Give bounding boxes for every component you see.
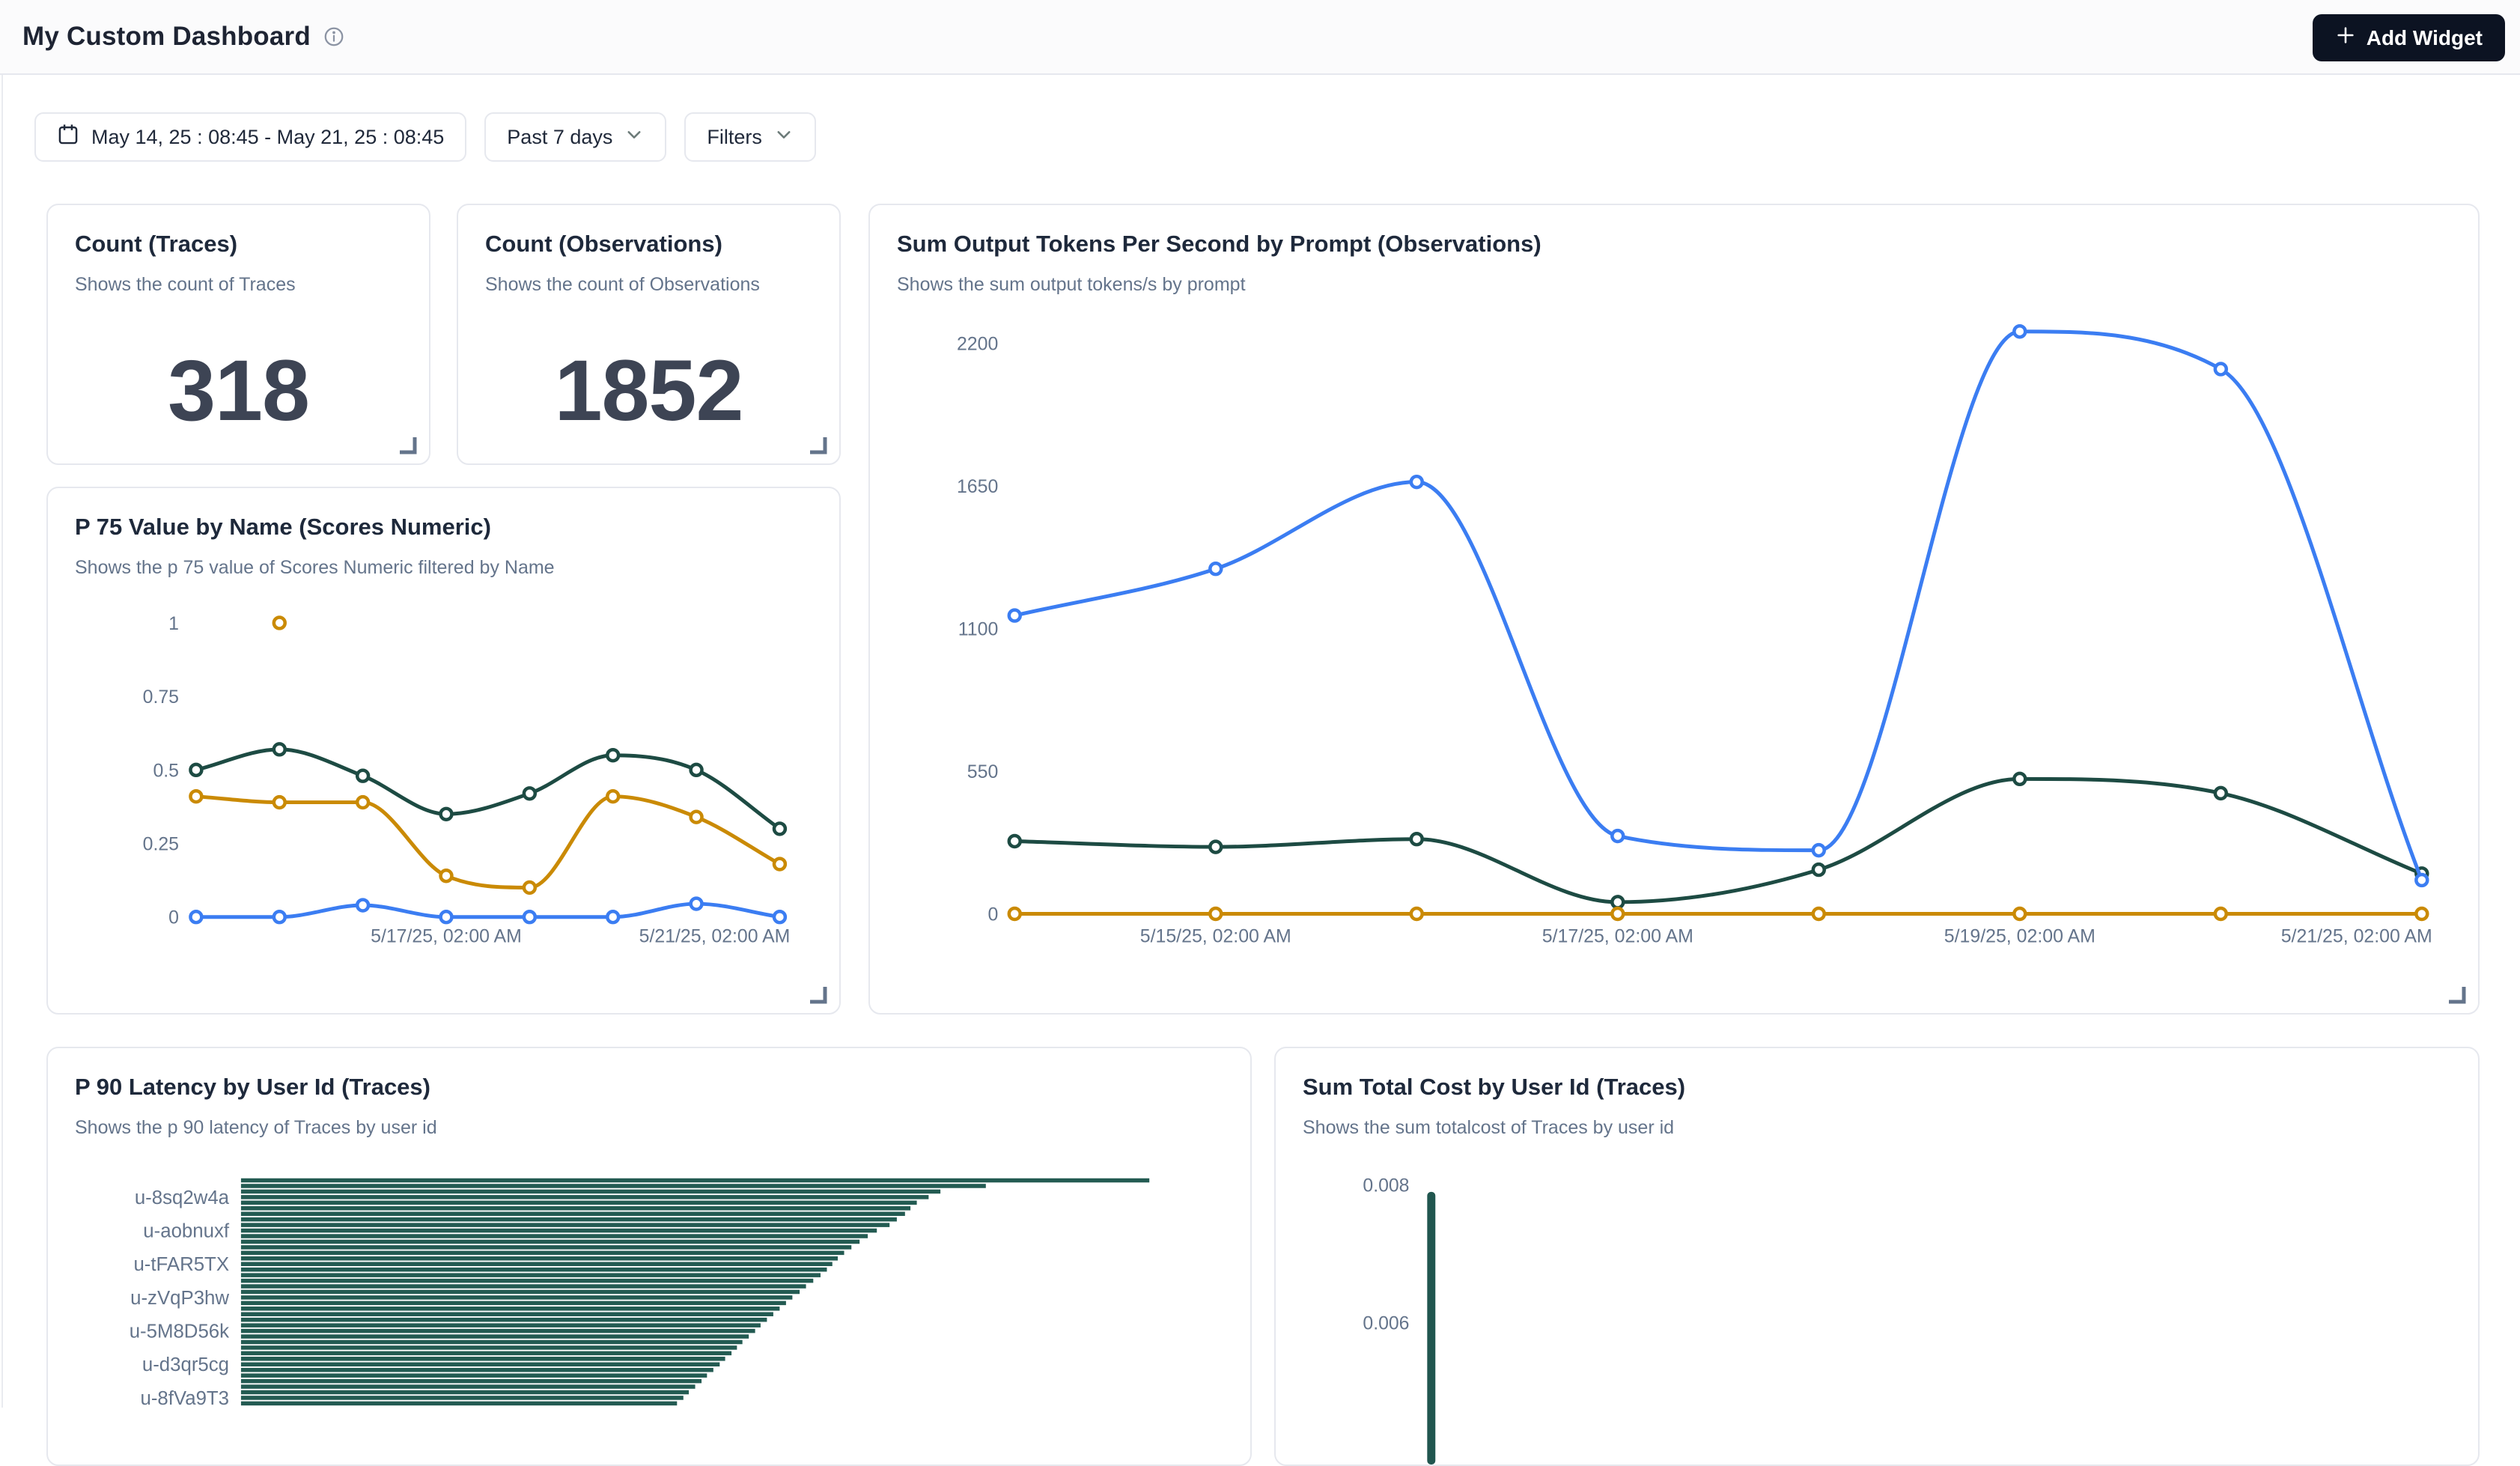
resize-handle-icon[interactable] [806, 983, 829, 1006]
resize-handle-icon[interactable] [2445, 983, 2468, 1006]
svg-text:0: 0 [168, 908, 179, 928]
chevron-down-icon [774, 125, 794, 150]
svg-text:u-8fVa9T3: u-8fVa9T3 [140, 1388, 229, 1409]
svg-text:2200: 2200 [957, 333, 998, 354]
filters-button[interactable]: Filters [684, 112, 816, 162]
count-value: 1852 [458, 317, 839, 463]
tokens-line-chart[interactable]: 0 550 1100 1650 2200 5/15/25, 02:00 AM 5/17/25… [870, 205, 2478, 1013]
svg-text:u-5M8D56k: u-5M8D56k [130, 1321, 229, 1342]
svg-text:0.008: 0.008 [1363, 1176, 1409, 1196]
calendar-icon [57, 123, 79, 152]
svg-text:0.75: 0.75 [143, 687, 179, 708]
add-widget-button[interactable]: Add Widget [2313, 14, 2505, 61]
p75-line-chart[interactable]: 0 0.25 0.5 0.75 1 5/17/25, 02:00 AM 5/21/25, 0… [48, 488, 839, 1013]
header: My Custom Dashboard Add Widget [0, 0, 2520, 75]
svg-text:u-8sq2w4a: u-8sq2w4a [135, 1187, 230, 1208]
content-left-border [1, 75, 3, 1408]
date-range-label: May 14, 25 : 08:45 - May 21, 25 : 08:45 [91, 126, 444, 149]
widget-title: Count (Observations) [485, 231, 839, 258]
svg-text:0.006: 0.006 [1363, 1313, 1409, 1333]
resize-handle-icon[interactable] [806, 434, 829, 456]
date-preset-label: Past 7 days [507, 126, 612, 149]
svg-text:0.5: 0.5 [153, 761, 179, 781]
svg-text:1650: 1650 [957, 476, 998, 497]
count-value: 318 [48, 317, 429, 463]
widget-title: Count (Traces) [75, 231, 429, 258]
svg-text:0.25: 0.25 [143, 834, 179, 854]
widget-count-observations: Count (Observations) Shows the count of … [457, 204, 841, 465]
chevron-down-icon [624, 125, 644, 150]
widget-count-traces: Count (Traces) Shows the count of Traces… [46, 204, 430, 465]
resize-handle-icon[interactable] [396, 434, 419, 456]
svg-text:550: 550 [967, 761, 999, 782]
widget-p90-chart: P 90 Latency by User Id (Traces) Shows t… [46, 1047, 1252, 1466]
svg-text:5/17/25, 02:00 AM: 5/17/25, 02:00 AM [371, 927, 522, 947]
widget-p75-chart: P 75 Value by Name (Scores Numeric) Show… [46, 487, 841, 1015]
info-icon[interactable] [323, 25, 345, 48]
svg-text:u-d3qr5cg: u-d3qr5cg [142, 1354, 229, 1375]
svg-text:5/15/25, 02:00 AM: 5/15/25, 02:00 AM [1140, 925, 1291, 946]
date-preset-select[interactable]: Past 7 days [484, 112, 666, 162]
svg-text:u-aobnuxf: u-aobnuxf [143, 1220, 230, 1241]
svg-text:5/21/25, 02:00 AM: 5/21/25, 02:00 AM [2281, 925, 2432, 946]
svg-text:5/19/25, 02:00 AM: 5/19/25, 02:00 AM [1944, 925, 2096, 946]
svg-text:1: 1 [168, 614, 179, 634]
plus-icon [2335, 25, 2356, 51]
filters-label: Filters [707, 126, 762, 149]
svg-text:5/21/25, 02:00 AM: 5/21/25, 02:00 AM [639, 927, 791, 947]
svg-text:u-zVqP3hw: u-zVqP3hw [130, 1288, 229, 1309]
svg-text:0: 0 [988, 904, 999, 925]
page-title: My Custom Dashboard [22, 22, 311, 52]
widget-subtitle: Shows the count of Traces [75, 274, 429, 296]
svg-text:1100: 1100 [958, 618, 999, 639]
date-range-button[interactable]: May 14, 25 : 08:45 - May 21, 25 : 08:45 [34, 112, 466, 162]
widget-cost-chart: Sum Total Cost by User Id (Traces) Shows… [1274, 1047, 2480, 1466]
widget-tokens-chart: Sum Output Tokens Per Second by Prompt (… [868, 204, 2480, 1015]
cost-bar-chart[interactable]: 0.008 0.006 [1276, 1048, 2478, 1465]
svg-text:u-tFAR5TX: u-tFAR5TX [133, 1254, 229, 1275]
add-widget-label: Add Widget [2367, 26, 2483, 50]
widget-subtitle: Shows the count of Observations [485, 274, 839, 296]
svg-text:5/17/25, 02:00 AM: 5/17/25, 02:00 AM [1542, 925, 1693, 946]
filter-bar: May 14, 25 : 08:45 - May 21, 25 : 08:45 … [34, 112, 816, 162]
p90-bar-chart[interactable]: u-8sq2w4a u-aobnuxf u-tFAR5TX u-zVqP3hw u-5M… [48, 1048, 1250, 1465]
